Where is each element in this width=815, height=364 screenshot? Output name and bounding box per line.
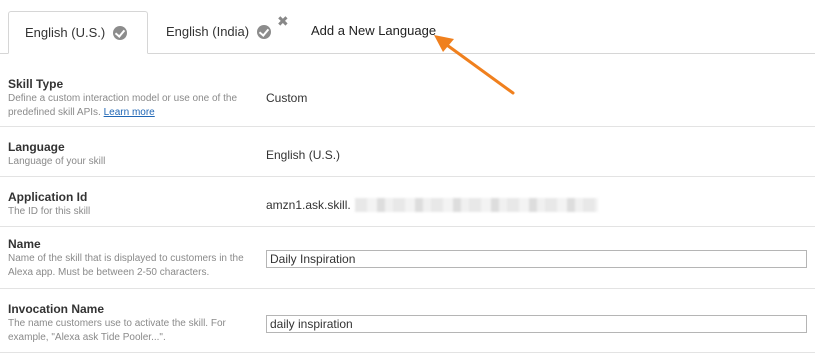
name-help: Name of the skill that is displayed to c… (8, 253, 244, 278)
redacted-id-blur (355, 198, 598, 212)
language-row: Language Language of your skill English … (0, 126, 815, 177)
skill-type-help: Define a custom interaction model or use… (8, 93, 238, 118)
application-id-value: amzn1.ask.skill. (266, 198, 351, 212)
tab-english-us[interactable]: English (U.S.) (8, 11, 148, 54)
skill-type-row: Skill Type Define a custom interaction m… (0, 53, 815, 127)
skill-type-label: Skill Type (8, 77, 64, 91)
name-label: Name (8, 237, 41, 251)
language-tab-bar: English (U.S.) English (India) ✖ Add a N… (0, 0, 815, 54)
name-row: Name Name of the skill that is displayed… (0, 226, 815, 289)
invocation-name-label: Invocation Name (8, 302, 105, 316)
learn-more-link[interactable]: Learn more (104, 107, 155, 118)
tab-label: English (U.S.) (25, 25, 106, 40)
skill-name-input[interactable] (266, 250, 807, 268)
invocation-name-row: Invocation Name The name customers use t… (0, 288, 815, 353)
skill-information-page: English (U.S.) English (India) ✖ Add a N… (0, 0, 815, 364)
check-circle-icon (257, 24, 272, 39)
invocation-name-input[interactable] (266, 315, 807, 333)
application-id-row: Application Id The ID for this skill amz… (0, 176, 815, 227)
language-help: Language of your skill (8, 156, 106, 167)
application-id-label: Application Id (8, 190, 88, 204)
tab-label: English (India) (166, 24, 250, 39)
close-icon[interactable]: ✖ (277, 14, 289, 28)
check-circle-icon (113, 25, 128, 40)
application-id-help: The ID for this skill (8, 206, 91, 217)
add-language-button[interactable]: Add a New Language (311, 10, 436, 51)
language-value: English (U.S.) (266, 148, 341, 162)
language-label: Language (8, 140, 65, 154)
invocation-name-help: The name customers use to activate the s… (8, 318, 226, 343)
skill-type-value: Custom (266, 91, 308, 105)
